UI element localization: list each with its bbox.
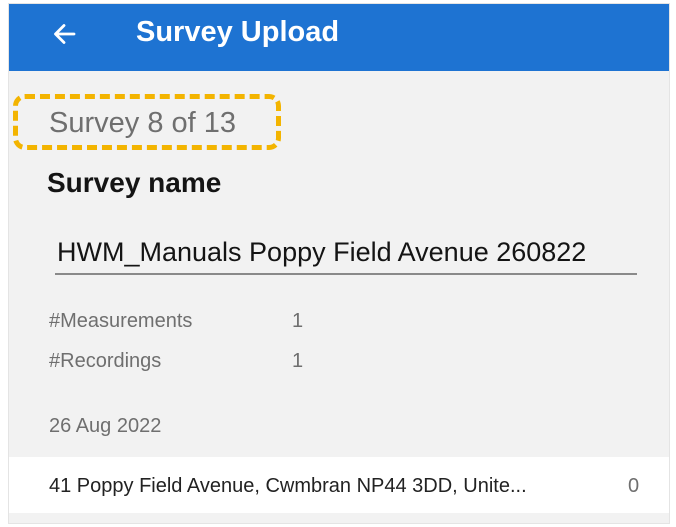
back-button[interactable] <box>47 16 83 52</box>
measurements-count: 1 <box>292 310 304 332</box>
survey-counter: Survey 8 of 13 <box>49 107 236 139</box>
recordings-count: 1 <box>292 350 304 372</box>
location-count: 0 <box>628 475 640 497</box>
app-bar-title: Survey Upload <box>136 16 340 48</box>
survey-name-input[interactable] <box>55 231 637 275</box>
survey-upload-screen: Survey Upload Survey 8 of 13 Survey name… <box>9 4 669 523</box>
survey-name-heading: Survey name <box>47 167 222 198</box>
app-bar: Survey Upload <box>9 4 669 71</box>
location-address: 41 Poppy Field Avenue, Cwmbran NP44 3DD,… <box>49 475 527 497</box>
recordings-label: #Recordings <box>49 350 162 372</box>
arrow-left-icon <box>54 24 76 44</box>
measurements-label: #Measurements <box>49 310 193 332</box>
location-list-item[interactable]: 41 Poppy Field Avenue, Cwmbran NP44 3DD,… <box>9 457 669 513</box>
survey-date: 26 Aug 2022 <box>49 415 162 437</box>
